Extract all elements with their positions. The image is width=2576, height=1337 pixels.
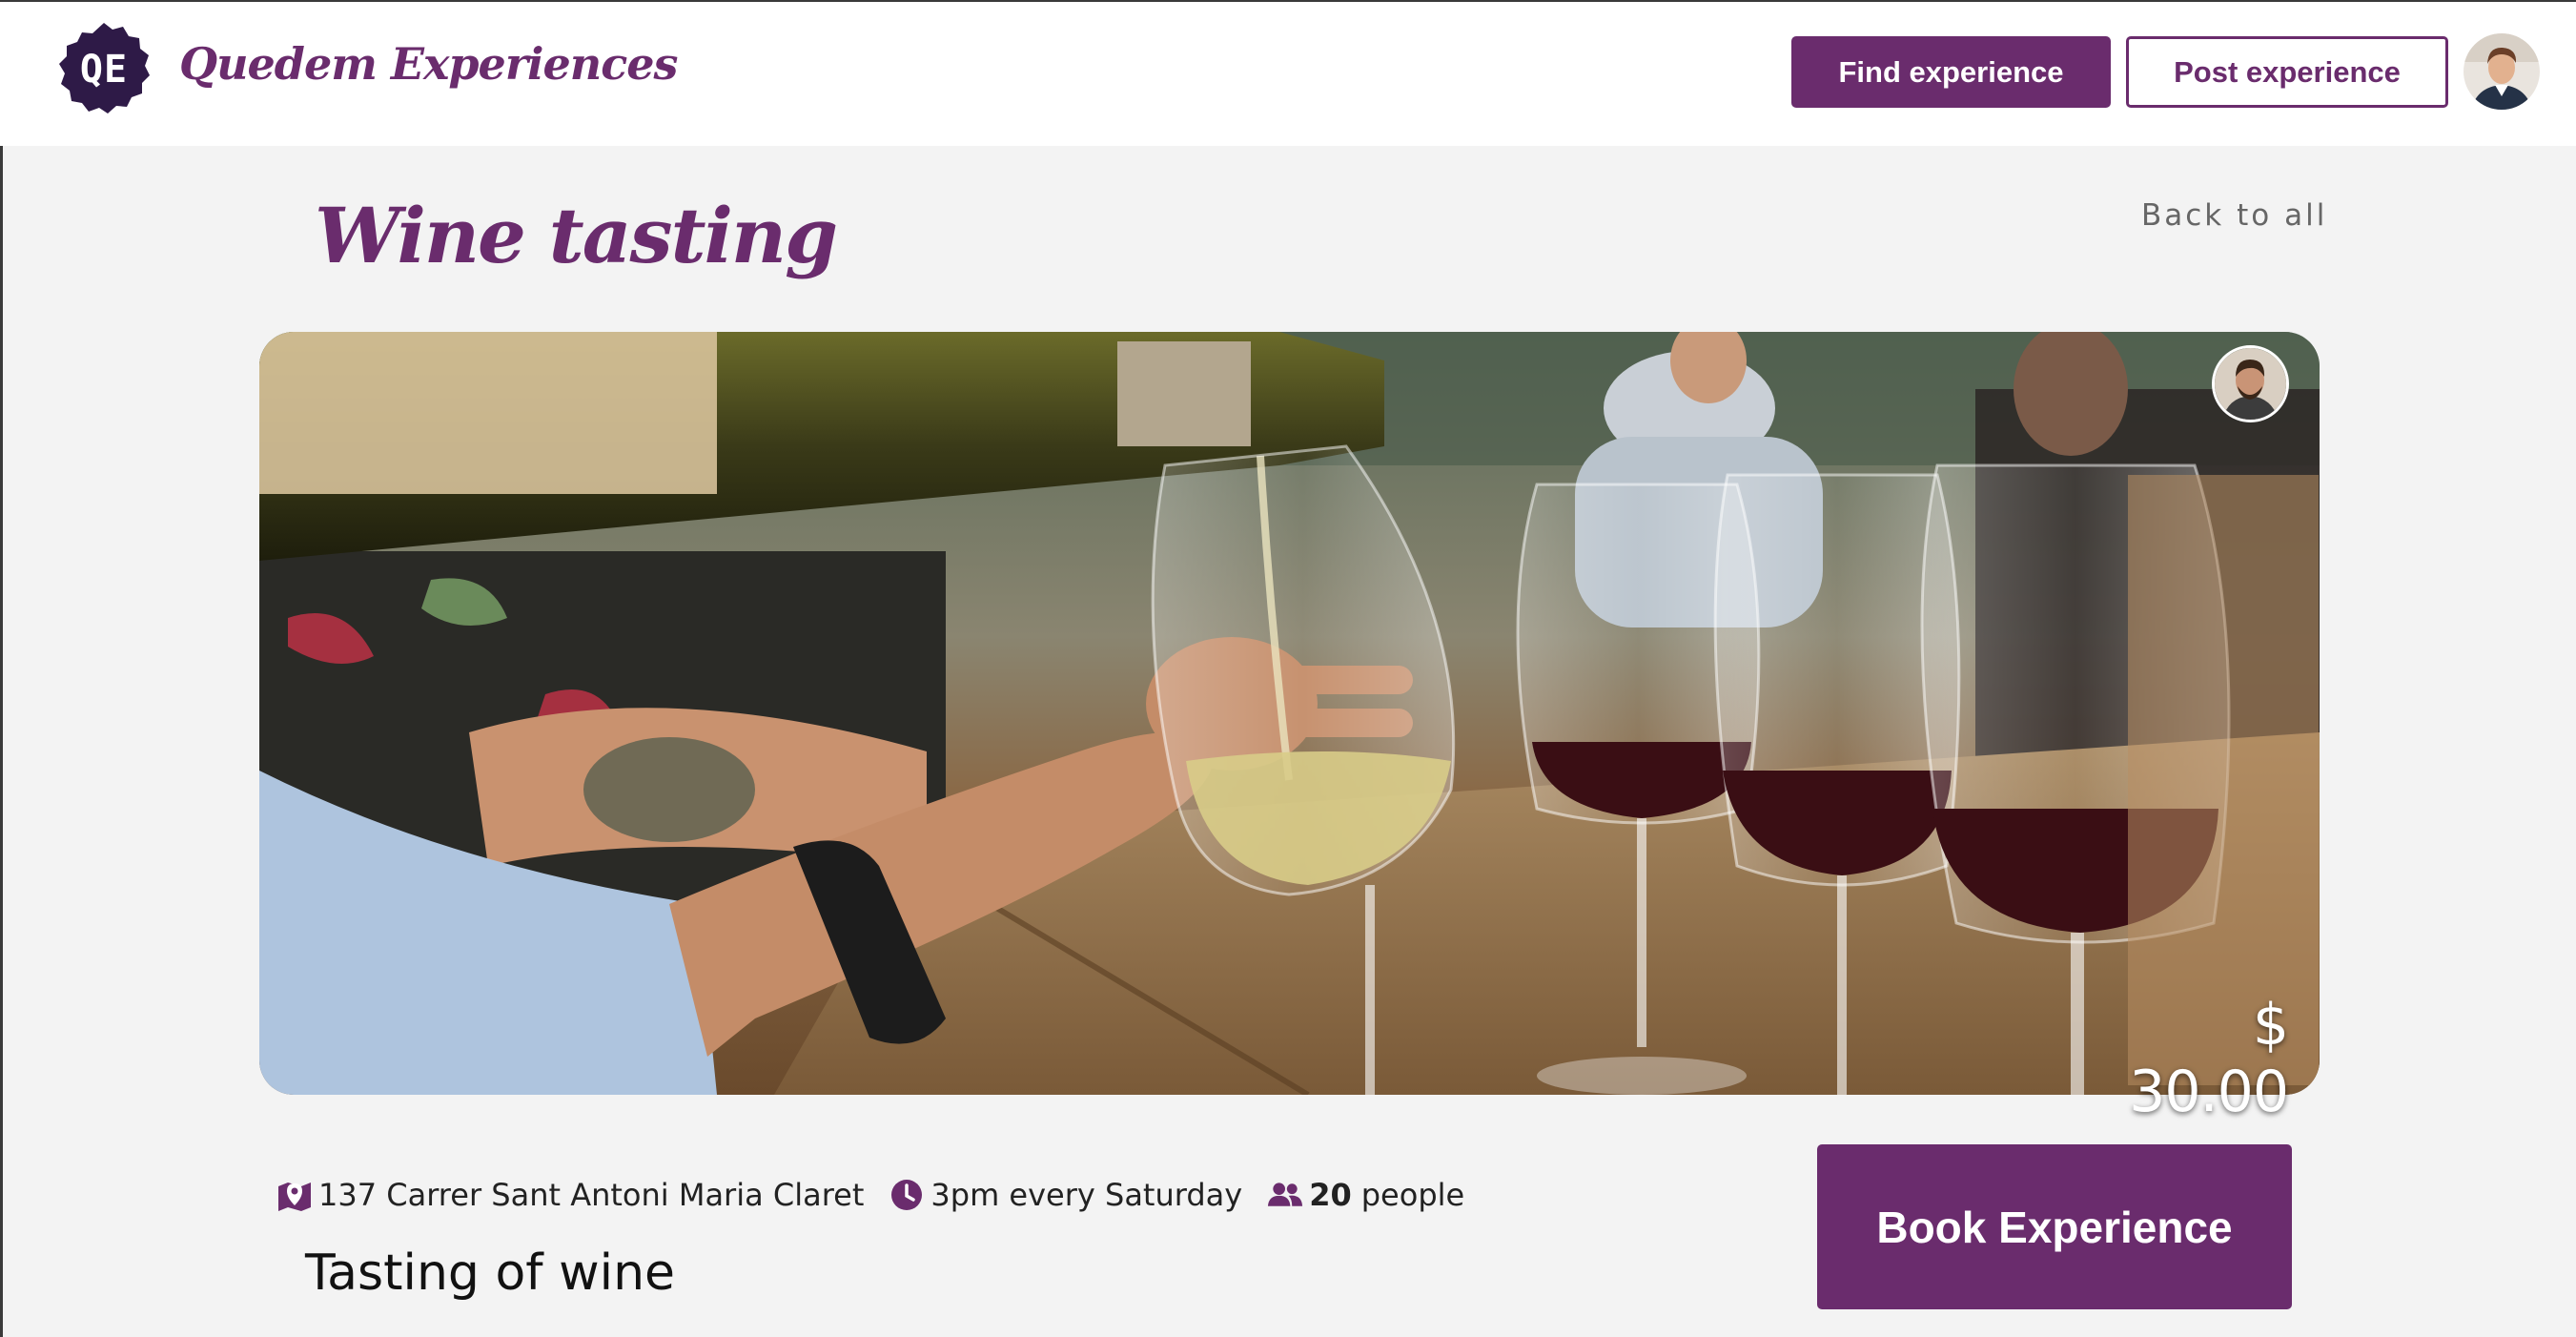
- capacity-info: 20 people: [1267, 1177, 1464, 1213]
- wine-tasting-photo: [259, 332, 2320, 1095]
- capacity-count: 20: [1309, 1177, 1352, 1213]
- schedule-text: 3pm every Saturday: [930, 1177, 1243, 1213]
- brand-name[interactable]: Quedem Experiences: [179, 38, 678, 90]
- users-icon: [1267, 1177, 1303, 1213]
- capacity-label: people: [1360, 1177, 1465, 1213]
- logo-badge[interactable]: QE: [55, 21, 153, 118]
- logo-initials: QE: [79, 48, 129, 92]
- page-title: Wine tasting: [315, 191, 838, 280]
- top-navigation-bar: QE Quedem Experiences Find experience Po…: [0, 0, 2576, 146]
- window-edge: [0, 0, 3, 1337]
- experience-description: Tasting of wine: [305, 1244, 676, 1302]
- user-avatar-icon[interactable]: [2464, 33, 2540, 110]
- schedule-info: 3pm every Saturday: [889, 1177, 1242, 1213]
- map-marker-icon: [276, 1177, 313, 1213]
- price-label: $ 30.00: [2129, 992, 2289, 1125]
- clock-icon: [889, 1177, 925, 1213]
- host-avatar-icon[interactable]: [2212, 345, 2289, 422]
- location-info: 137 Carrer Sant Antoni Maria Claret: [276, 1177, 864, 1213]
- book-experience-button[interactable]: Book Experience: [1817, 1144, 2292, 1309]
- experience-hero-image: [259, 332, 2320, 1095]
- back-to-all-link[interactable]: Back to all: [2141, 198, 2327, 233]
- experience-meta-row: 137 Carrer Sant Antoni Maria Claret 3pm …: [276, 1171, 1489, 1219]
- find-experience-button[interactable]: Find experience: [1791, 36, 2111, 108]
- post-experience-button[interactable]: Post experience: [2126, 36, 2448, 108]
- location-text: 137 Carrer Sant Antoni Maria Claret: [318, 1177, 865, 1213]
